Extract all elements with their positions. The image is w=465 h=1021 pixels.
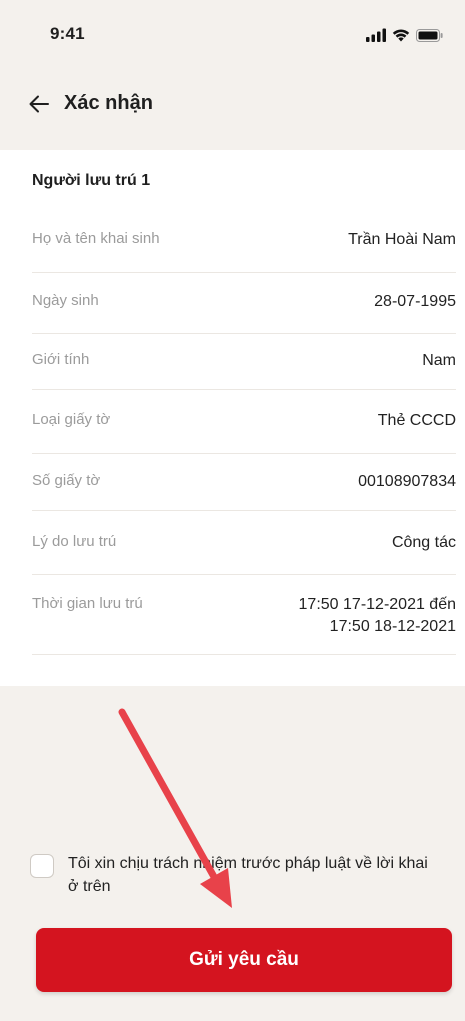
row-label: Họ và tên khai sinh: [32, 230, 160, 247]
row-label: Giới tính: [32, 351, 90, 368]
status-time: 9:41: [50, 24, 85, 43]
wifi-icon: [392, 29, 410, 42]
agreement-checkbox[interactable]: [30, 854, 54, 878]
row-label: Số giấy tờ: [32, 472, 101, 489]
battery-icon: [416, 28, 443, 42]
agreement: Tôi xin chịu trách nhiệm trước pháp luật…: [30, 852, 440, 898]
info-row-document-type: Loại giấy tờ Thẻ CCCD: [32, 389, 456, 454]
row-value: 17:50 17-12-2021 đến 17:50 18-12-2021: [299, 594, 456, 638]
info-row-full-name: Họ và tên khai sinh Trần Hoài Nam: [32, 222, 456, 273]
submit-button[interactable]: Gửi yêu cầu: [36, 928, 452, 992]
row-label: Lý do lưu trú: [32, 533, 117, 550]
info-row-stay-time: Thời gian lưu trú 17:50 17-12-2021 đến 1…: [32, 574, 456, 655]
row-value: Nam: [422, 352, 456, 369]
row-value: Trần Hoài Nam: [348, 231, 456, 248]
signal-icon: [366, 28, 386, 42]
row-value: 00108907834: [358, 473, 456, 490]
arrow-left-icon[interactable]: [28, 93, 50, 115]
stay-time-start: 17:50 17-12-2021 đến: [298, 596, 456, 613]
row-label: Thời gian lưu trú: [32, 595, 143, 612]
header: Xác nhận: [0, 84, 465, 124]
row-value: Công tác: [391, 534, 456, 551]
row-label: Loại giấy tờ: [32, 411, 111, 428]
stay-time-end: 17:50 18-12-2021: [329, 618, 456, 635]
agreement-text: Tôi xin chịu trách nhiệm trước pháp luật…: [68, 855, 428, 895]
info-row-birth-date: Ngày sinh 28-07-1995: [32, 272, 456, 334]
row-value: Thẻ CCCD: [377, 412, 456, 429]
info-row-document-number: Số giấy tờ 00108907834: [32, 453, 456, 511]
row-label: Ngày sinh: [32, 292, 99, 309]
resident-info-section: Người lưu trú 1 Họ và tên khai sinh Trần…: [0, 150, 465, 686]
status-icons: [366, 28, 443, 42]
page-title: Xác nhận: [64, 92, 153, 114]
status-bar: 9:41: [0, 0, 465, 64]
section-title: Người lưu trú 1: [32, 172, 151, 189]
row-value: 28-07-1995: [374, 293, 456, 310]
info-row-gender: Giới tính Nam: [32, 333, 456, 390]
info-row-stay-reason: Lý do lưu trú Công tác: [32, 510, 456, 575]
